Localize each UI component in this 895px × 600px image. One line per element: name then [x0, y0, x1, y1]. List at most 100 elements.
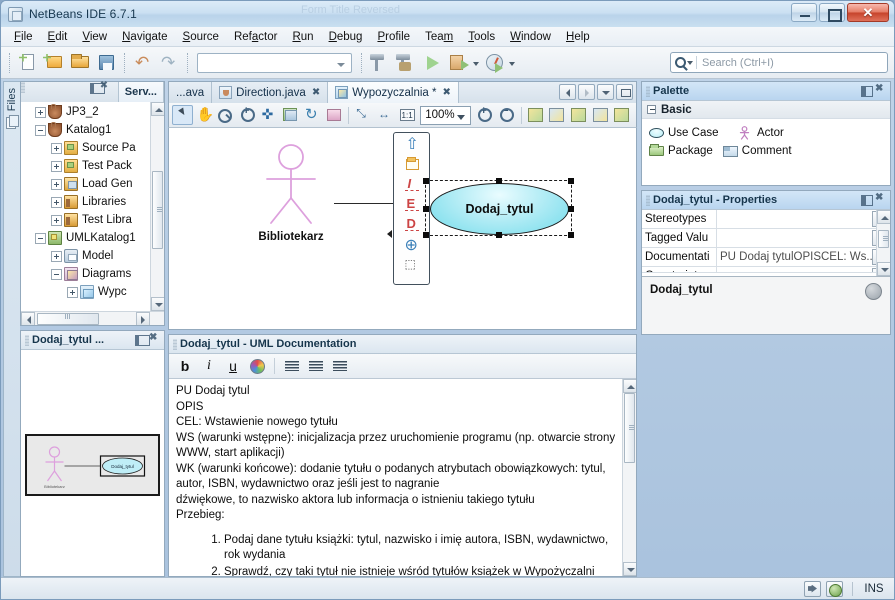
- dependency-icon[interactable]: [401, 216, 423, 234]
- search-box[interactable]: Search (Ctrl+I): [670, 52, 888, 73]
- menu-team[interactable]: Team: [418, 29, 460, 45]
- scroll-tabs-right-button[interactable]: [578, 84, 595, 100]
- profile-dropdown-caret-icon[interactable]: [508, 51, 516, 75]
- panel-grip[interactable]: [25, 334, 29, 346]
- tree-node-wypozyczalnia[interactable]: Wypc: [21, 283, 164, 301]
- maximize-button[interactable]: [819, 3, 845, 22]
- circle-icon[interactable]: [401, 235, 423, 255]
- tree-node-test-libraries[interactable]: Test Libra: [21, 211, 164, 229]
- underline-button[interactable]: u: [222, 356, 244, 376]
- debug-dropdown-caret-icon[interactable]: [472, 51, 480, 75]
- close-button[interactable]: [847, 3, 889, 22]
- scroll-tabs-left-button[interactable]: [559, 84, 576, 100]
- scroll-up-arrow-icon[interactable]: [623, 379, 636, 393]
- tab-direction-java[interactable]: Direction.java ✖: [212, 82, 329, 103]
- scroll-left-arrow-icon[interactable]: [21, 311, 35, 325]
- projects-tree[interactable]: JP3_2 Katalog1 Source Pa Test Pack Load …: [21, 102, 164, 325]
- properties-vertical-scrollbar[interactable]: [876, 210, 890, 276]
- properties-close-icon[interactable]: [875, 192, 887, 205]
- resize-handle-se[interactable]: [568, 232, 574, 238]
- menu-file[interactable]: File: [7, 29, 40, 45]
- expander-icon[interactable]: [51, 160, 62, 172]
- tab-services[interactable]: Serv...: [117, 82, 164, 102]
- italic-button[interactable]: i: [198, 356, 220, 376]
- panel-grip[interactable]: [21, 82, 25, 93]
- palette-item-package[interactable]: Package: [646, 142, 716, 160]
- link-icon[interactable]: [401, 257, 423, 274]
- text-color-button[interactable]: [246, 356, 268, 376]
- palette-item-comment[interactable]: Comment: [720, 142, 795, 160]
- property-row-constraints[interactable]: Constraints ...: [642, 267, 890, 273]
- move-tool-button[interactable]: [259, 105, 280, 125]
- fit-width-button[interactable]: [375, 105, 396, 125]
- zoom-level-combo[interactable]: 100%: [420, 105, 472, 125]
- palette-category-basic[interactable]: Basic: [642, 101, 890, 119]
- scroll-down-arrow-icon[interactable]: [623, 562, 636, 576]
- resize-handle-sw[interactable]: [423, 232, 429, 238]
- undo-button[interactable]: [131, 51, 155, 75]
- uml-diagram-canvas[interactable]: Bibliotekarz Dodaj_tytul: [168, 128, 637, 330]
- expander-icon[interactable]: [67, 286, 78, 298]
- menu-help[interactable]: Help: [559, 29, 597, 45]
- refresh-button[interactable]: [302, 105, 323, 125]
- collapse-toggle-icon[interactable]: [647, 105, 656, 114]
- resize-handle-w[interactable]: [423, 206, 429, 212]
- zoom-tool-button[interactable]: [237, 105, 258, 125]
- expander-icon[interactable]: [51, 250, 62, 262]
- navigator-viewport-box[interactable]: Bibliotekarz Dodaj_tytul: [25, 434, 160, 496]
- include-icon[interactable]: [401, 176, 423, 194]
- palette-float-icon[interactable]: [861, 85, 873, 97]
- property-value[interactable]: [717, 210, 872, 228]
- navigator-thumbnail-area[interactable]: Bibliotekarz Dodaj_tytul: [21, 350, 164, 576]
- menu-refactor[interactable]: Refactor: [227, 29, 284, 45]
- usecase-selection-frame[interactable]: Dodaj_tytul: [423, 178, 574, 238]
- globe-icon[interactable]: [826, 580, 843, 597]
- menu-navigate[interactable]: Navigate: [115, 29, 174, 45]
- tree-horizontal-scrollbar[interactable]: [21, 311, 164, 325]
- resize-handle-n[interactable]: [496, 178, 502, 184]
- menu-source[interactable]: Source: [176, 29, 226, 45]
- files-tab-vertical[interactable]: Files: [6, 88, 18, 111]
- panel-grip[interactable]: [173, 338, 177, 350]
- expander-icon[interactable]: [51, 196, 62, 208]
- bold-button[interactable]: b: [174, 356, 196, 376]
- tree-node-load-generator[interactable]: Load Gen: [21, 175, 164, 193]
- menu-edit[interactable]: Edit: [41, 29, 75, 45]
- tab-close-icon[interactable]: ✖: [442, 87, 450, 98]
- tree-node-umlkatalog1[interactable]: UMLKatalog1: [21, 229, 164, 247]
- resize-handle-ne[interactable]: [568, 178, 574, 184]
- export-image-button[interactable]: [324, 105, 345, 125]
- tree-vertical-scrollbar[interactable]: [150, 102, 164, 311]
- expander-icon[interactable]: [51, 214, 62, 226]
- minimize-button[interactable]: [791, 3, 817, 22]
- tree-node-test-packages[interactable]: Test Pack: [21, 157, 164, 175]
- property-row-tagged-values[interactable]: Tagged Valu ...: [642, 229, 890, 248]
- new-file-button[interactable]: [16, 51, 40, 75]
- tree-node-libraries[interactable]: Libraries: [21, 193, 164, 211]
- palette-item-actor[interactable]: Actor: [735, 124, 817, 142]
- run-project-button[interactable]: [420, 51, 444, 75]
- project-configuration-combo[interactable]: [197, 52, 352, 73]
- profile-project-button[interactable]: [482, 51, 506, 75]
- scroll-thumb[interactable]: [624, 393, 635, 463]
- tab-close-icon[interactable]: ✖: [312, 87, 320, 98]
- redo-button[interactable]: [157, 51, 181, 75]
- scroll-thumb-horizontal[interactable]: [37, 312, 99, 325]
- open-project-button[interactable]: [68, 51, 92, 75]
- expander-icon[interactable]: [35, 106, 46, 118]
- debug-project-button[interactable]: [446, 51, 470, 75]
- fit-page-button[interactable]: [353, 105, 374, 125]
- layout-hierarchical-button[interactable]: [526, 105, 547, 125]
- network-icon[interactable]: [804, 580, 821, 597]
- menu-profile[interactable]: Profile: [370, 29, 417, 45]
- expander-icon[interactable]: [51, 178, 62, 190]
- documentation-text-area[interactable]: PU Dodaj tytul OPIS CEL: Wstawienie nowe…: [169, 379, 636, 576]
- new-project-button[interactable]: [42, 51, 66, 75]
- scroll-right-arrow-icon[interactable]: [136, 311, 150, 325]
- palette-item-use-case[interactable]: Use Case: [646, 124, 731, 142]
- layout-tree-button[interactable]: [612, 105, 633, 125]
- property-row-documentation[interactable]: Documentati PU Dodaj tytulOPISCEL: Ws...…: [642, 248, 890, 267]
- save-all-button[interactable]: [94, 51, 118, 75]
- expander-icon[interactable]: [35, 232, 46, 244]
- tab-wypozyczalnia[interactable]: Wypozyczalnia * ✖: [328, 82, 459, 103]
